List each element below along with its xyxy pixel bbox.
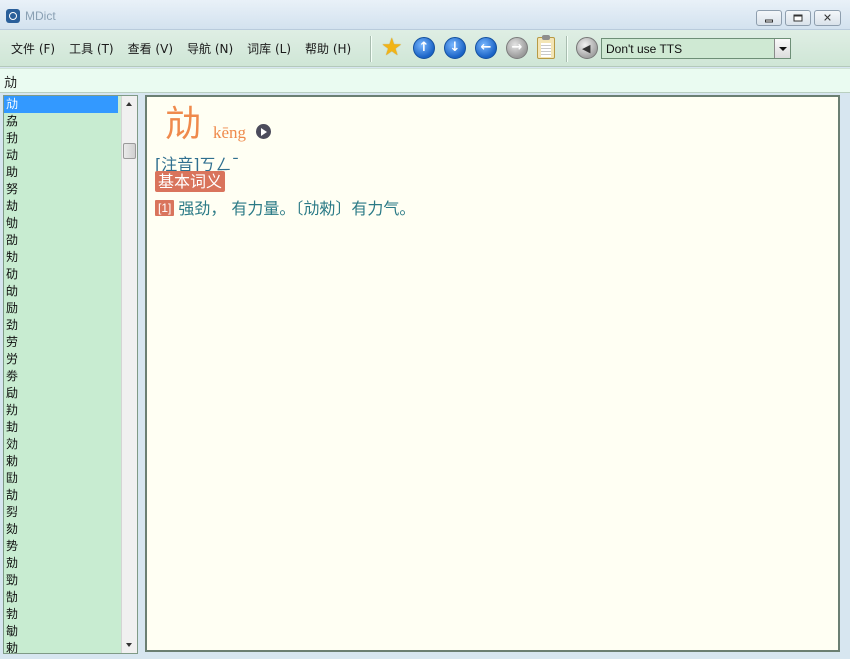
word-list-item[interactable]: 劰 [4, 283, 118, 300]
headword: 劥 [165, 104, 202, 145]
definition-item: [1] 强劲， 有力量。〔劥勑〕有力气。 [155, 195, 415, 219]
word-list-item[interactable]: 勅 [4, 453, 118, 470]
section-title: 基本词义 [155, 171, 226, 192]
menu-help[interactable]: 帮助 (H) [298, 40, 358, 57]
word-list-item[interactable]: 劮 [4, 249, 118, 266]
maximize-button[interactable] [785, 10, 811, 26]
maximize-icon [793, 14, 803, 22]
word-list-pane: 劥劦劧动助努劫劬劭劮劯劰励劲劳労劵劶劷劸効勅劻劼劽劾势勀勁勂勃勄勅 [3, 95, 138, 654]
word-list-item[interactable]: 勂 [4, 589, 118, 606]
close-icon: ✕ [822, 11, 833, 25]
word-list-item[interactable]: 劷 [4, 402, 118, 419]
menu-library[interactable]: 词库 (L) [240, 40, 298, 57]
word-list-item[interactable]: 劶 [4, 385, 118, 402]
word-list-item[interactable]: 勅 [4, 640, 118, 653]
chevron-down-icon[interactable] [774, 39, 790, 58]
word-list-item[interactable]: 勃 [4, 606, 118, 623]
word-list-item[interactable]: 劼 [4, 487, 118, 504]
word-list-item[interactable]: 劻 [4, 470, 118, 487]
word-list-item[interactable]: 劾 [4, 521, 118, 538]
arrow-right-icon[interactable]: → [506, 37, 528, 59]
play-audio-icon[interactable] [256, 124, 271, 139]
word-list-scrollbar[interactable] [121, 96, 137, 653]
toolbar: 文件 (F) 工具 (T) 查看 (V) 导航 (N) 词库 (L) 帮助 (H… [0, 30, 850, 67]
word-list-item[interactable]: 効 [4, 436, 118, 453]
bottom-edge [0, 654, 850, 659]
definition-text: 强劲， 有力量。〔劥勑〕有力气。 [178, 199, 416, 218]
word-list-item[interactable]: 勀 [4, 555, 118, 572]
menu-navigate[interactable]: 导航 (N) [180, 40, 240, 57]
speaker-icon[interactable]: ◀ [576, 37, 598, 59]
scroll-down-button[interactable] [122, 636, 137, 653]
word-list-item[interactable]: 助 [4, 164, 118, 181]
word-list-item[interactable]: 劵 [4, 368, 118, 385]
scroll-up-button[interactable] [122, 96, 137, 113]
window-title: MDict [25, 9, 56, 23]
word-list-item[interactable]: 劲 [4, 317, 118, 334]
word-list-item[interactable]: 劦 [4, 113, 118, 130]
arrow-down-icon[interactable]: ↓ [444, 37, 466, 59]
menu-file[interactable]: 文件 (F) [4, 40, 62, 57]
word-list-item[interactable]: 劯 [4, 266, 118, 283]
minimize-button[interactable] [756, 10, 782, 26]
word-list-item[interactable]: 势 [4, 538, 118, 555]
star-icon[interactable]: ★ [381, 35, 403, 59]
search-bar [0, 68, 850, 93]
word-list-item[interactable]: 劳 [4, 334, 118, 351]
word-list-item[interactable]: 努 [4, 181, 118, 198]
scroll-thumb[interactable] [123, 143, 136, 159]
tts-select[interactable]: Don't use TTS [601, 38, 791, 59]
word-list-item[interactable]: 劫 [4, 198, 118, 215]
word-list: 劥劦劧动助努劫劬劭劮劯劰励劲劳労劵劶劷劸効勅劻劼劽劾势勀勁勂勃勄勅 [4, 96, 118, 653]
definition-pane: 劥 kēng [注音]ㄎㄥˉ 基本词义 [1] 强劲， 有力量。〔劥勑〕有力气。 [145, 95, 840, 652]
search-input[interactable] [4, 72, 844, 90]
menu-bar: 文件 (F) 工具 (T) 查看 (V) 导航 (N) 词库 (L) 帮助 (H… [4, 40, 358, 57]
word-list-item[interactable]: 劥 [4, 96, 118, 113]
menu-view[interactable]: 查看 (V) [121, 40, 180, 57]
minimize-icon [765, 19, 773, 23]
tts-select-value: Don't use TTS [606, 42, 683, 56]
app-logo-icon [6, 9, 20, 23]
word-list-item[interactable]: 励 [4, 300, 118, 317]
toolbar-separator [566, 36, 568, 62]
menu-tools[interactable]: 工具 (T) [62, 40, 121, 57]
arrow-left-icon[interactable]: ← [475, 37, 497, 59]
arrow-up-icon[interactable]: ↑ [413, 37, 435, 59]
word-list-item[interactable]: 労 [4, 351, 118, 368]
title-bar: MDict ✕ [0, 0, 850, 30]
word-list-item[interactable]: 劽 [4, 504, 118, 521]
word-list-item[interactable]: 劬 [4, 215, 118, 232]
word-list-item[interactable]: 劭 [4, 232, 118, 249]
close-button[interactable]: ✕ [814, 10, 841, 26]
definition-number: [1] [155, 200, 175, 216]
clipboard-icon[interactable] [537, 35, 555, 59]
word-list-item[interactable]: 劸 [4, 419, 118, 436]
word-list-item[interactable]: 勄 [4, 623, 118, 640]
word-list-item[interactable]: 勁 [4, 572, 118, 589]
toolbar-separator [370, 36, 372, 62]
word-list-item[interactable]: 劧 [4, 130, 118, 147]
pinyin: kēng [213, 123, 247, 142]
word-list-item[interactable]: 动 [4, 147, 118, 164]
